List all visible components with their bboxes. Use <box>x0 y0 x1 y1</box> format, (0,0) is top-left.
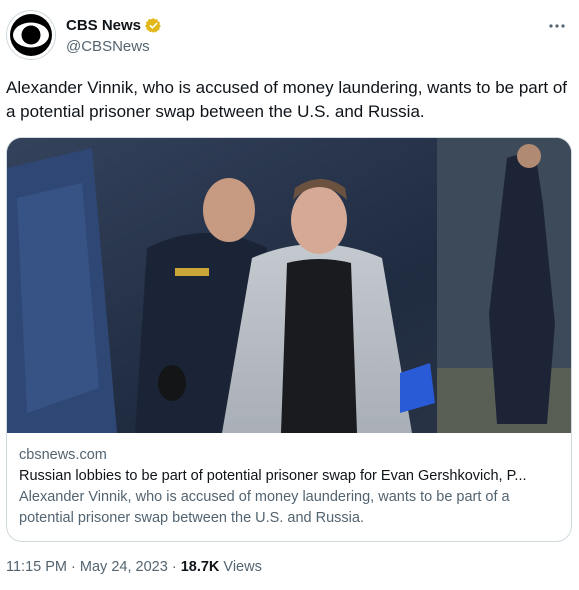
card-image[interactable] <box>7 138 571 433</box>
author-names: CBS News @CBSNews <box>66 17 162 55</box>
card-domain: cbsnews.com <box>19 447 107 463</box>
link-card[interactable]: cbsnews.com Russian lobbies to be part o… <box>6 137 572 542</box>
tweet-date[interactable]: May 24, 2023 <box>80 559 168 575</box>
tweet-header: CBS News @CBSNews <box>6 10 573 66</box>
tweet-footer: 11:15 PM · May 24, 2023 · 18.7K Views <box>6 559 262 575</box>
card-title[interactable]: Russian lobbies to be part of potential … <box>19 465 559 487</box>
tweet-time[interactable]: 11:15 PM <box>6 559 67 575</box>
footer-separator: · <box>71 559 76 575</box>
author-handle[interactable]: @CBSNews <box>66 38 162 55</box>
tweet-text: Alexander Vinnik, who is accused of mone… <box>6 78 568 121</box>
verified-gold-badge-icon[interactable] <box>145 17 162 34</box>
views-count: 18.7K <box>180 559 220 575</box>
tweet[interactable]: CBS News @CBSNews Alexander Vinnik, who … <box>0 0 579 590</box>
footer-separator: · <box>171 559 177 575</box>
card-description: Alexander Vinnik, who is accused of mone… <box>19 489 510 526</box>
card-meta: cbsnews.com Russian lobbies to be part o… <box>19 445 559 529</box>
author-display-name[interactable]: CBS News <box>66 17 141 34</box>
avatar[interactable] <box>6 10 56 60</box>
views-label: Views <box>223 559 262 575</box>
more-options-icon[interactable] <box>545 14 569 38</box>
cbs-eye-logo-icon <box>10 14 52 56</box>
